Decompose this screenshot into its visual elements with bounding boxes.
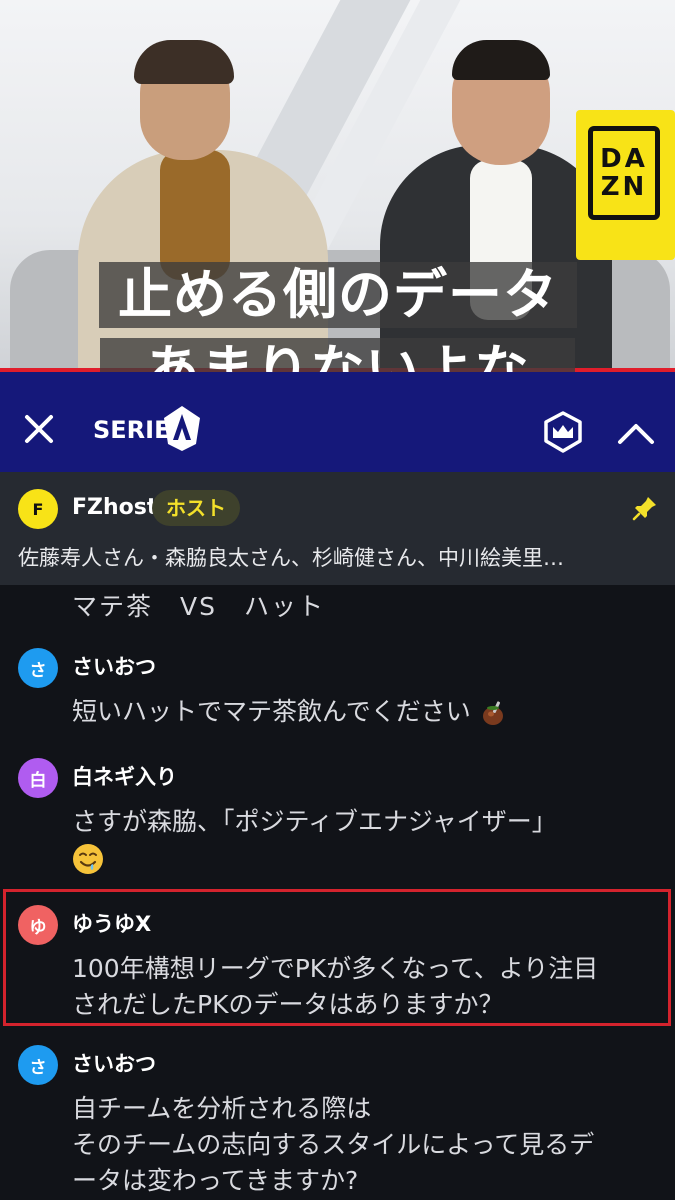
dazn-logo-text: DA ZN <box>600 144 648 202</box>
pinned-text: 佐藤寿人さん・森脇良太さん、杉崎健さん、中川絵美里… <box>18 546 564 570</box>
close-icon[interactable] <box>18 408 60 450</box>
pin-icon <box>632 497 656 521</box>
serie-a-logo-icon <box>164 406 200 451</box>
league-name: SERIE <box>93 416 171 444</box>
message-continuation: マテ茶 VS ハット <box>72 592 325 621</box>
message-text: 短いハットでマテ茶飲んでください <box>72 694 662 730</box>
presenter-right-hair <box>452 40 550 80</box>
mate-gourd-icon <box>482 701 503 725</box>
host-badge: ホスト <box>152 490 240 526</box>
presenter-left-scarf <box>160 150 230 280</box>
chevron-up-icon[interactable] <box>612 412 660 452</box>
league-header: SERIE <box>0 372 675 472</box>
pinned-author-name: FZhost <box>72 495 158 520</box>
highlight-frame <box>3 889 671 1026</box>
message-text: さすが森脇、「ポジティブエナジャイザー」 <box>72 804 662 876</box>
message-text-content: 短いハットでマテ茶飲んでください <box>72 697 471 726</box>
video-player[interactable]: DA ZN 止める側のデータ あまりないよな <box>0 0 675 372</box>
avatar: さ <box>18 1045 58 1085</box>
message-text: 自チームを分析される際は そのチームの志向するスタイルによって見るデ ータは変わ… <box>72 1091 672 1199</box>
drooling-face-icon <box>73 844 103 874</box>
caption-line-2: あまりないよな <box>100 338 575 372</box>
message-text-content: さすが森脇、「ポジティブエナジャイザー」 <box>72 807 557 836</box>
avatar: 白 <box>18 758 58 798</box>
author-name: 白ネギ入り <box>72 765 177 789</box>
pinned-message[interactable]: F FZhost ホスト 佐藤寿人さん・森脇良太さん、杉崎健さん、中川絵美里… <box>0 472 675 585</box>
avatar: さ <box>18 648 58 688</box>
author-name: さいおつ <box>72 655 156 679</box>
message-text-line: ータは変わってきますか? <box>72 1166 359 1195</box>
caption-line-1: 止める側のデータ <box>99 262 577 328</box>
crown-shield-icon[interactable] <box>541 410 585 454</box>
author-name: さいおつ <box>72 1052 156 1076</box>
dazn-logo: DA ZN <box>576 110 675 260</box>
message-text-line: そのチームの志向するスタイルによって見るデ <box>72 1130 595 1159</box>
avatar: F <box>18 489 58 529</box>
presenter-left-hair <box>134 40 234 84</box>
message-text-line: 自チームを分析される際は <box>72 1094 372 1123</box>
